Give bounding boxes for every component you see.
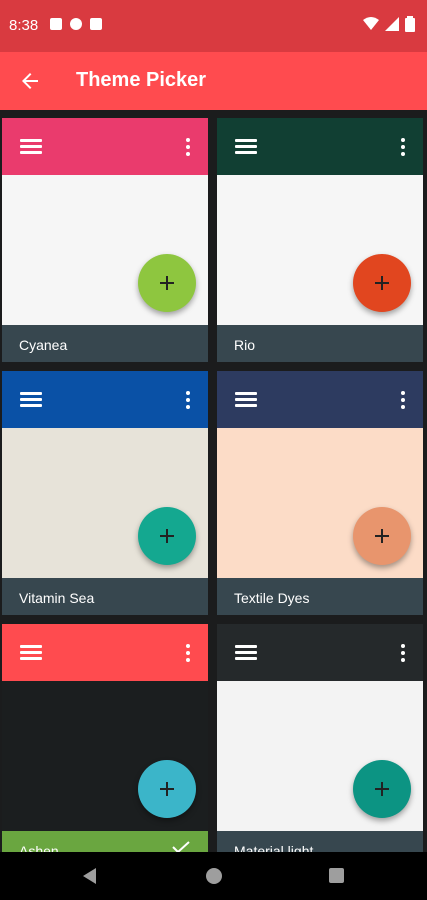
sd-card-icon xyxy=(90,18,102,30)
add-fab-preview xyxy=(353,254,411,312)
menu-icon xyxy=(235,139,257,155)
menu-icon xyxy=(20,392,42,408)
more-vert-icon xyxy=(186,138,190,156)
theme-card[interactable]: Textile Dyes xyxy=(217,363,423,615)
notification-p-icon xyxy=(70,18,82,30)
theme-name: Ashen xyxy=(19,843,59,852)
theme-toolbar-preview xyxy=(2,118,208,175)
add-fab-preview xyxy=(138,254,196,312)
theme-grid: Cyanea Rio Vitamin Sea Textile Dyes Ashe… xyxy=(0,110,427,852)
nav-home-icon[interactable] xyxy=(206,868,222,884)
more-vert-icon xyxy=(401,391,405,409)
theme-card[interactable]: Ashen xyxy=(2,616,208,852)
theme-label-bar: Rio xyxy=(217,325,423,362)
app-bar: Theme Picker xyxy=(0,52,427,110)
theme-label-bar: Textile Dyes xyxy=(217,578,423,615)
theme-card[interactable]: Cyanea xyxy=(2,110,208,362)
more-vert-icon xyxy=(401,138,405,156)
theme-card[interactable]: Rio xyxy=(217,110,423,362)
more-vert-icon xyxy=(401,644,405,662)
back-arrow-icon[interactable] xyxy=(18,69,42,93)
add-fab-preview xyxy=(138,507,196,565)
theme-toolbar-preview xyxy=(2,624,208,681)
system-nav-bar xyxy=(0,852,427,900)
menu-icon xyxy=(235,645,257,661)
nav-recents-icon[interactable] xyxy=(329,868,344,883)
theme-name: Vitamin Sea xyxy=(19,590,95,606)
add-fab-preview xyxy=(138,760,196,818)
menu-icon xyxy=(235,392,257,408)
system-status-icons xyxy=(363,16,415,32)
theme-name: Material light xyxy=(234,843,314,852)
add-fab-preview xyxy=(353,507,411,565)
theme-card[interactable]: Vitamin Sea xyxy=(2,363,208,615)
theme-toolbar-preview xyxy=(2,371,208,428)
more-vert-icon xyxy=(186,391,190,409)
status-bar: 8:38 xyxy=(0,0,427,52)
menu-icon xyxy=(20,139,42,155)
theme-name: Rio xyxy=(234,337,256,353)
theme-label-bar: Cyanea xyxy=(2,325,208,362)
theme-label-bar: Material light xyxy=(217,831,423,852)
theme-toolbar-preview xyxy=(217,371,423,428)
status-time: 8:38 xyxy=(9,17,39,34)
menu-icon xyxy=(20,645,42,661)
theme-name: Cyanea xyxy=(19,337,68,353)
page-title: Theme Picker xyxy=(76,69,207,91)
wifi-icon xyxy=(363,17,379,30)
battery-icon xyxy=(405,16,415,32)
notification-icons xyxy=(50,18,102,30)
theme-card[interactable]: Material light xyxy=(217,616,423,852)
notification-a-icon xyxy=(50,18,62,30)
check-icon xyxy=(172,841,190,852)
theme-label-bar: Vitamin Sea xyxy=(2,578,208,615)
theme-label-bar: Ashen xyxy=(2,831,208,852)
theme-toolbar-preview xyxy=(217,624,423,681)
nav-back-icon[interactable] xyxy=(83,868,96,884)
theme-toolbar-preview xyxy=(217,118,423,175)
add-fab-preview xyxy=(353,760,411,818)
signal-icon xyxy=(385,17,399,31)
more-vert-icon xyxy=(186,644,190,662)
theme-name: Textile Dyes xyxy=(234,590,310,606)
